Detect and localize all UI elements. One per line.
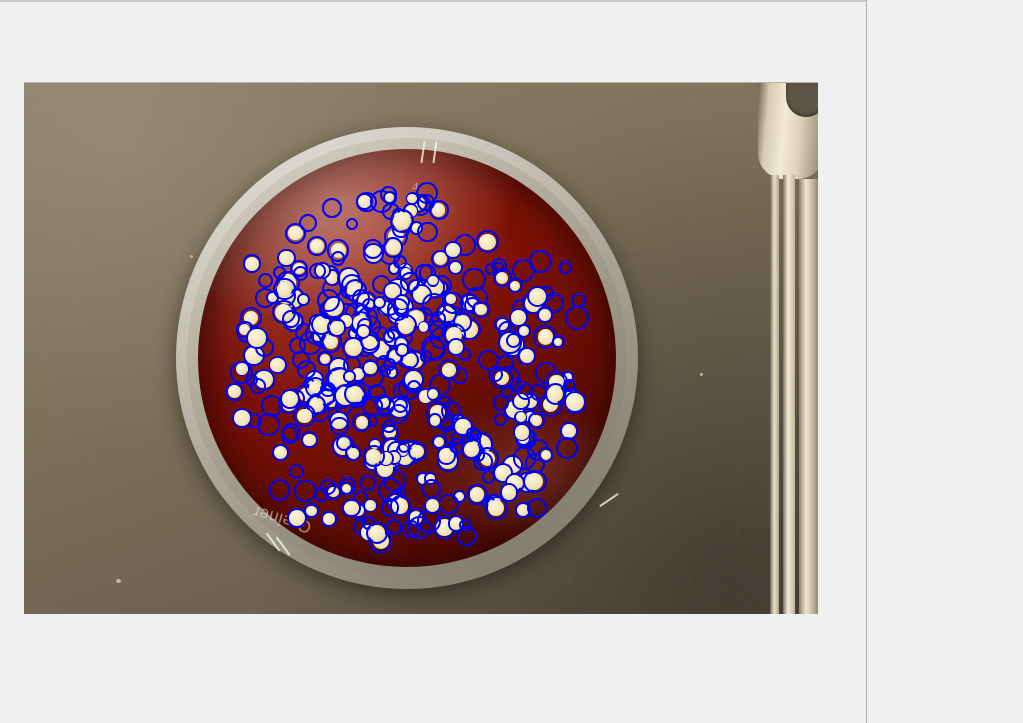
colony bbox=[488, 500, 504, 516]
colony bbox=[537, 329, 554, 345]
colony-detection-ring bbox=[230, 361, 253, 384]
colony-detection-ring bbox=[420, 336, 445, 361]
colony bbox=[515, 412, 526, 423]
colony-detection-ring bbox=[316, 288, 340, 313]
colony bbox=[244, 256, 259, 271]
colony bbox=[519, 325, 529, 336]
colony bbox=[357, 326, 369, 337]
colony-detection-ring bbox=[416, 182, 438, 204]
colony-detection-ring bbox=[529, 250, 552, 274]
colony bbox=[562, 424, 576, 438]
colony bbox=[344, 500, 359, 516]
colony bbox=[369, 525, 385, 541]
colony-detection-ring bbox=[298, 213, 317, 232]
colony bbox=[428, 275, 438, 286]
colony-detection-ring bbox=[430, 311, 447, 327]
colony bbox=[479, 233, 496, 251]
colony-detection-ring bbox=[397, 440, 411, 453]
colony-detection-ring bbox=[378, 364, 392, 377]
colony-detection-ring bbox=[493, 412, 507, 426]
tweezers-arm bbox=[799, 179, 818, 614]
colony bbox=[501, 485, 517, 500]
colony bbox=[475, 303, 487, 316]
colony bbox=[425, 499, 439, 513]
colony-detection-ring bbox=[309, 262, 326, 280]
colony bbox=[446, 294, 456, 304]
colony bbox=[299, 295, 308, 304]
colony-detection-ring bbox=[322, 198, 342, 218]
colony bbox=[323, 513, 335, 525]
colony-detection-ring bbox=[319, 478, 336, 495]
colony bbox=[345, 372, 354, 381]
colony-detection-ring bbox=[462, 267, 486, 292]
colony bbox=[319, 353, 330, 364]
colony-detection-ring bbox=[556, 437, 578, 459]
colony bbox=[365, 500, 376, 511]
colony-detection-ring bbox=[558, 261, 572, 275]
colony-detection-ring bbox=[466, 427, 480, 441]
colony bbox=[366, 448, 382, 464]
colony bbox=[419, 322, 429, 332]
colony-detection-ring bbox=[457, 526, 477, 546]
colony bbox=[364, 362, 377, 375]
colony bbox=[270, 357, 285, 373]
tweezers-arm bbox=[770, 175, 779, 614]
colony bbox=[531, 415, 542, 427]
colony bbox=[289, 510, 305, 526]
bench-speck bbox=[700, 373, 703, 376]
colony bbox=[448, 340, 463, 354]
colony bbox=[429, 415, 441, 426]
colony-detection-ring bbox=[330, 251, 346, 266]
colony bbox=[248, 329, 266, 347]
colony-detection-ring bbox=[388, 404, 409, 424]
colony-detection-ring bbox=[438, 493, 459, 515]
colony bbox=[496, 271, 509, 284]
colony bbox=[329, 320, 344, 335]
colony-detection-ring bbox=[527, 498, 547, 518]
colony bbox=[411, 444, 424, 458]
colony bbox=[514, 425, 529, 440]
colony bbox=[442, 362, 456, 377]
colony-detection-ring bbox=[565, 306, 589, 330]
colony bbox=[511, 310, 527, 325]
colony-detection-ring bbox=[421, 478, 442, 499]
colony bbox=[344, 339, 362, 357]
colony-detection-ring bbox=[268, 479, 290, 501]
colony bbox=[234, 410, 250, 426]
colony bbox=[528, 287, 546, 305]
colony-detection-ring bbox=[363, 238, 384, 259]
petri-dish-image-panel[interactable]: 4 Greiner bbox=[24, 82, 818, 614]
colony-detection-ring bbox=[359, 474, 376, 491]
colony bbox=[519, 348, 534, 363]
colony bbox=[347, 447, 359, 459]
petri-dish-photo: 4 Greiner bbox=[24, 83, 818, 614]
colony-detection-ring bbox=[260, 394, 283, 417]
colony-detection-ring bbox=[356, 191, 377, 212]
colony-detection-ring bbox=[406, 380, 421, 395]
colony bbox=[297, 408, 312, 424]
colony-detection-ring bbox=[294, 479, 317, 502]
colony bbox=[540, 450, 551, 461]
tweezers-arm bbox=[783, 175, 795, 614]
colony bbox=[385, 240, 401, 255]
colony bbox=[323, 334, 339, 350]
colony bbox=[273, 445, 287, 459]
colony bbox=[397, 345, 407, 355]
application-window: 4 Greiner Last (Refere 285 Set new size:… bbox=[0, 0, 1023, 723]
colony bbox=[446, 243, 460, 257]
colony-detection-ring bbox=[272, 265, 286, 279]
colony-detection-ring bbox=[399, 272, 420, 292]
bench-speck bbox=[116, 579, 121, 583]
colony bbox=[306, 505, 317, 516]
colony bbox=[276, 281, 292, 297]
colony bbox=[355, 416, 368, 429]
colony-detection-ring bbox=[377, 478, 402, 503]
colony bbox=[374, 298, 384, 308]
colony-detection-ring bbox=[417, 221, 438, 243]
colony bbox=[539, 308, 551, 321]
colony bbox=[469, 486, 485, 502]
control-panel: Last (Refere 285 Set new size: Heterogen… bbox=[866, 0, 1023, 723]
